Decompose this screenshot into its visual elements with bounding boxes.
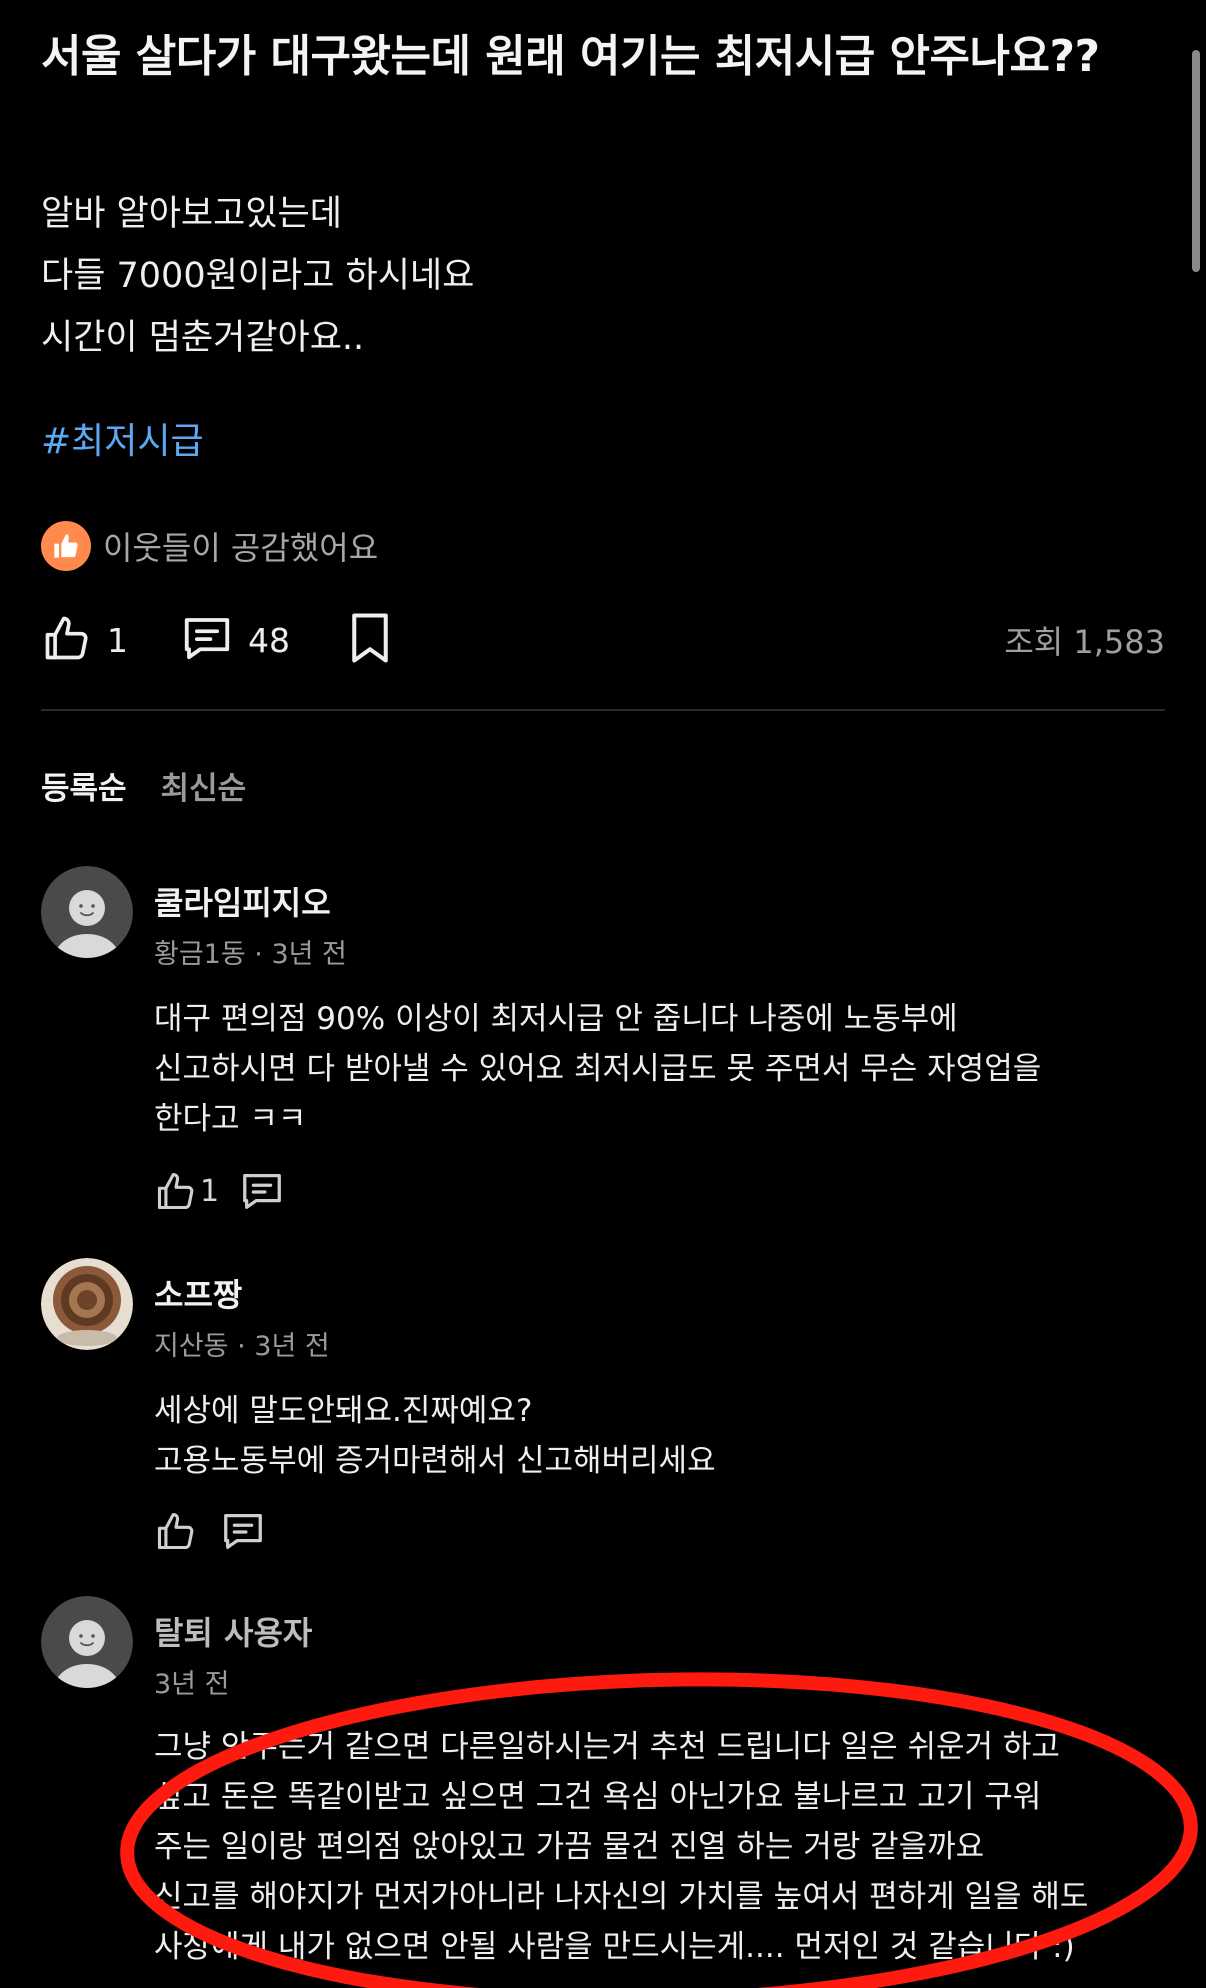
bookmark-button[interactable]: [346, 611, 394, 669]
comment-actions: [154, 1508, 266, 1554]
comment-actions: 1: [154, 1168, 285, 1214]
comment-line: 한다고 ㅋㅋ: [154, 1101, 307, 1137]
comment-author[interactable]: 쿨라임피지오: [154, 878, 331, 924]
like-button[interactable]: 1: [41, 612, 128, 668]
comment-line: 그냥 안주는거 같으면 다른일하시는거 추천 드립니다 일은 쉬운거 하고: [154, 1729, 1060, 1765]
sort-tab-latest[interactable]: 최신순: [161, 763, 247, 808]
comment-icon: [243, 1174, 281, 1209]
comment-count: 48: [248, 620, 290, 660]
thumbs-up-outline-icon: [157, 1512, 194, 1550]
scrollbar[interactable]: [1192, 50, 1200, 272]
avatar[interactable]: [41, 1258, 133, 1350]
comment-reply-button[interactable]: [239, 1168, 285, 1214]
comment-author: 탈퇴 사용자: [154, 1614, 313, 1652]
post-action-bar: 1 48 조회 1,583: [41, 610, 1165, 670]
divider: [41, 709, 1165, 711]
sort-tab-registered[interactable]: 등록순: [41, 763, 127, 808]
comment-text: 세상에 말도안돼요.진짜예요? 고용노동부에 증거마련해서 신고해버리세요: [154, 1386, 716, 1486]
comment-text: 대구 편의점 90% 이상이 최저시급 안 줍니다 나중에 노동부에 신고하시면…: [154, 994, 1041, 1144]
comment-author[interactable]: 소프짱: [154, 1270, 242, 1316]
comment-line: 세상에 말도안돼요.진짜예요?: [154, 1393, 533, 1429]
comment-meta: 3년 전: [154, 1669, 230, 1700]
post-body-line: 다들 7000원이라고 하시네요: [41, 256, 475, 296]
comment-icon: [224, 1514, 262, 1549]
hashtag-link[interactable]: #최저시급: [41, 412, 204, 464]
comment-line: 사장에게 내가 없으면 안될 사람을 만드시는게.... 먼저인 것 같습니다 …: [154, 1929, 1075, 1965]
comment-sort-tabs: 등록순 최신순: [41, 763, 246, 808]
view-count: 조회 1,583: [1004, 623, 1165, 661]
post-body: 알바 알아보고있는데 다들 7000원이라고 하시네요 시간이 멈춘거같아요..: [41, 183, 474, 369]
thumbs-up-outline-icon: [157, 1172, 194, 1210]
avatar[interactable]: [41, 1596, 133, 1688]
comment-text: 그냥 안주는거 같으면 다른일하시는거 추천 드립니다 일은 쉬운거 하고 싶고…: [154, 1722, 1088, 1972]
comment-reply-button[interactable]: [220, 1508, 266, 1554]
bookmark-icon: [346, 611, 394, 669]
comment-line: 신고를 해야지가 먼저가아니라 나자신의 가치를 높여서 편하게 일을 해도: [154, 1879, 1089, 1915]
post-title: 서울 살다가 대구왔는데 원래 여기는 최저시급 안주나요??: [41, 31, 1100, 82]
comment-like-button[interactable]: 1: [154, 1169, 219, 1213]
post-body-line: 시간이 멈춘거같아요..: [41, 318, 365, 358]
thumbs-up-outline-icon: [41, 612, 93, 668]
like-count: 1: [107, 620, 128, 660]
comment-button[interactable]: 48: [180, 611, 290, 669]
reaction-summary[interactable]: 이웃들이 공감했어요: [41, 520, 378, 572]
comment-line: 대구 편의점 90% 이상이 최저시급 안 줍니다 나중에 노동부에: [154, 1001, 958, 1037]
comment-line: 싶고 돈은 똑같이받고 싶으면 그건 욕심 아닌가요 불나르고 고기 구워: [154, 1779, 1042, 1815]
comment-icon: [180, 611, 234, 669]
reaction-text: 이웃들이 공감했어요: [103, 529, 379, 567]
avatar[interactable]: [41, 866, 133, 958]
comment-line: 신고하시면 다 받아낼 수 있어요 최저시급도 못 주면서 무슨 자영업을: [154, 1051, 1042, 1087]
comment-line: 주는 일이랑 편의점 앉아있고 가끔 물건 진열 하는 거랑 같을까요: [154, 1829, 985, 1865]
comment-meta: 황금1동 · 3년 전: [154, 939, 347, 970]
comment-like-count: 1: [200, 1173, 220, 1209]
comment-line: 고용노동부에 증거마련해서 신고해버리세요: [154, 1443, 716, 1479]
thumbs-up-icon: [41, 521, 91, 571]
post-body-line: 알바 알아보고있는데: [41, 194, 342, 234]
comment-like-button[interactable]: [154, 1509, 200, 1553]
comment-meta: 지산동 · 3년 전: [154, 1331, 330, 1362]
